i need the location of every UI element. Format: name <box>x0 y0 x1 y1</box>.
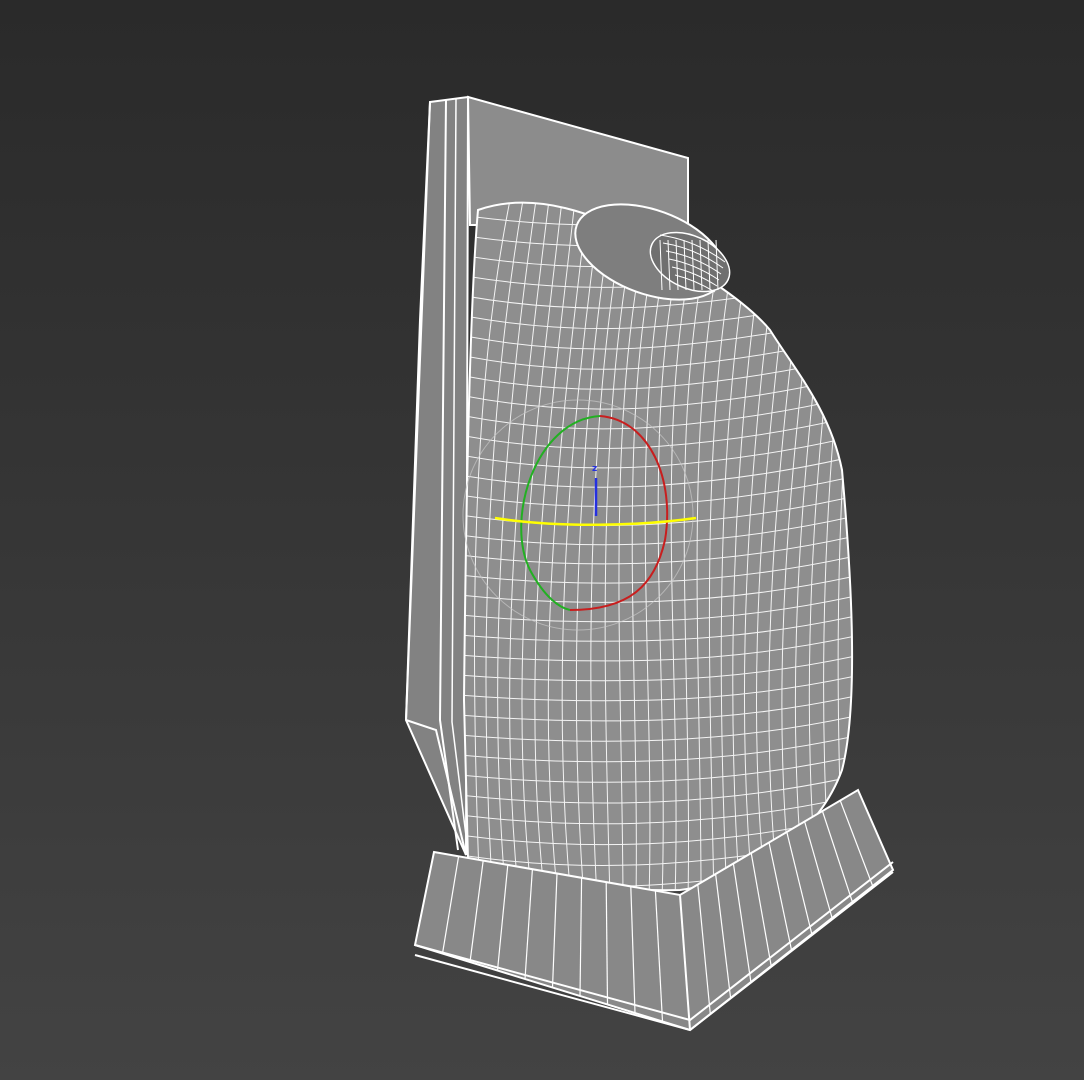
front-frame[interactable] <box>404 95 470 856</box>
3d-viewport[interactable]: z <box>0 0 1084 1080</box>
curved-shell[interactable] <box>460 195 887 900</box>
wireframe-scene[interactable]: z <box>0 0 1084 1080</box>
gizmo-axis-label: z <box>592 464 597 474</box>
